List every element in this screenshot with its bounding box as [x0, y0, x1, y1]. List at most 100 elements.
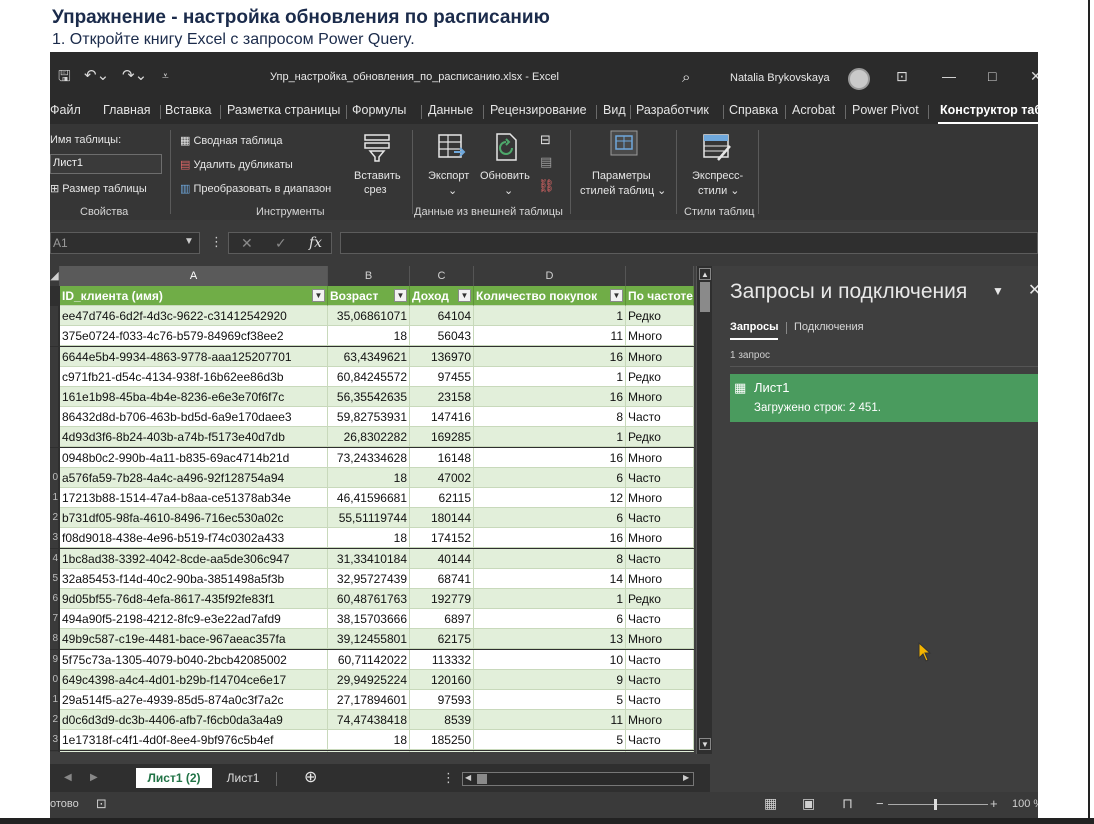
table-cell[interactable]: 73,24334628 — [328, 447, 410, 468]
table-cell[interactable]: Часто — [626, 690, 694, 710]
tab-table-design[interactable]: Конструктор таблиц — [940, 103, 1038, 117]
table-cell[interactable]: 169285 — [410, 427, 474, 448]
tab-power-pivot[interactable]: Power Pivot — [852, 103, 919, 117]
table-cell[interactable]: 8 — [474, 407, 626, 428]
table-cell[interactable]: 18 — [328, 326, 410, 347]
row-number[interactable]: 3 — [50, 730, 58, 751]
table-cell[interactable]: 46,41596681 — [328, 488, 410, 508]
table-cell[interactable]: 6 — [474, 508, 626, 529]
row-number[interactable] — [50, 346, 58, 367]
table-cell[interactable]: 147416 — [410, 407, 474, 428]
scroll-left-icon[interactable]: ◀ — [465, 773, 471, 782]
table-cell[interactable]: 18 — [328, 467, 410, 488]
sheet-next-icon[interactable]: ▶ — [90, 772, 98, 783]
name-box[interactable]: A1 — [50, 232, 200, 254]
table-cell[interactable]: 35,06861071 — [328, 306, 410, 327]
table-cell[interactable]: 18 — [328, 528, 410, 549]
row-number[interactable] — [50, 326, 58, 347]
table-cell[interactable]: 16 — [474, 528, 626, 549]
open-browser-icon[interactable]: ▤ — [540, 154, 552, 170]
table-cell[interactable]: 6 — [474, 609, 626, 630]
table-cell[interactable]: Редко — [626, 589, 694, 609]
vertical-scrollbar[interactable]: ▲ ▼ — [696, 266, 712, 754]
table-cell[interactable]: eee7b1fa-ba81-4049-add6-370ee5e62e72 — [60, 750, 328, 752]
table-cell[interactable]: 56,35542635 — [328, 387, 410, 407]
convert-to-range-button[interactable]: ▥ Преобразовать в диапазон — [180, 182, 331, 195]
tab-acrobat[interactable]: Acrobat — [792, 103, 835, 117]
table-cell[interactable]: 113332 — [410, 649, 474, 670]
table-cell[interactable]: ee47d746-6d2f-4d3c-9622-c31412542920 — [60, 306, 328, 327]
table-cell[interactable]: c971fb21-d54c-4134-938f-16b62ee86d3b — [60, 366, 328, 387]
remove-duplicates-button[interactable]: ▤ Удалить дубликаты — [180, 158, 293, 171]
table-cell[interactable]: Много — [626, 488, 694, 508]
table-cell[interactable]: 64104 — [410, 306, 474, 327]
table-header-cell[interactable]: Количество покупок — [474, 286, 626, 306]
table-cell[interactable]: 97455 — [410, 366, 474, 387]
filter-dropdown-icon[interactable]: ▼ — [610, 289, 623, 302]
row-number[interactable]: 4 — [50, 548, 58, 569]
table-cell[interactable]: 47002 — [410, 467, 474, 488]
table-cell[interactable]: 26,8302282 — [328, 427, 410, 448]
table-cell[interactable]: Много — [626, 629, 694, 650]
unlink-icon[interactable]: ⛓ — [538, 178, 555, 194]
table-cell[interactable]: 4d93d3f6-8b24-403b-a74b-f5173e40d7db — [60, 427, 328, 448]
table-cell[interactable]: 60,84245572 — [328, 366, 410, 387]
table-cell[interactable]: Много — [626, 326, 694, 347]
column-header-d[interactable]: D — [474, 266, 626, 286]
table-cell[interactable]: 32,95727439 — [328, 568, 410, 589]
table-cell[interactable]: 136970 — [410, 346, 474, 367]
table-cell[interactable]: Часто — [626, 730, 694, 751]
table-cell[interactable]: 86432d8d-b706-463b-bd5d-6a9e170daee3 — [60, 407, 328, 428]
table-cell[interactable]: 9 — [474, 669, 626, 690]
table-header-cell[interactable]: ID_клиента (имя) — [60, 286, 328, 306]
table-cell[interactable]: 31,33410184 — [328, 548, 410, 569]
table-cell[interactable]: 9d05bf55-76d8-4efa-8617-435f92fe83f1 — [60, 589, 328, 609]
close-icon[interactable]: ✕ — [1030, 68, 1038, 85]
table-cell[interactable]: 16 — [474, 447, 626, 468]
table-cell[interactable]: 10 — [474, 649, 626, 670]
row-number[interactable] — [50, 427, 58, 448]
table-cell[interactable]: Часто — [626, 548, 694, 569]
row-number[interactable]: 6 — [50, 589, 58, 609]
table-cell[interactable]: 0948b0c2-990b-4a11-b835-69ac4714b21d — [60, 447, 328, 468]
table-cell[interactable]: 49b9c587-c19e-4481-bace-967aeac357fa — [60, 629, 328, 650]
tab-connections[interactable]: Подключения — [794, 321, 864, 333]
row-number[interactable] — [50, 306, 58, 327]
column-header-e[interactable] — [626, 266, 694, 286]
table-cell[interactable]: 68741 — [410, 568, 474, 589]
table-cell[interactable]: 180144 — [410, 508, 474, 529]
table-cell[interactable]: d0c6d3d9-dc3b-4406-afb7-f6cb0da3a4a9 — [60, 710, 328, 731]
add-sheet-icon[interactable]: ⊕ — [304, 767, 317, 787]
enter-icon[interactable]: ✓ — [275, 235, 287, 252]
table-cell[interactable]: 60,48761763 — [328, 589, 410, 609]
table-cell[interactable]: 185250 — [410, 730, 474, 751]
table-cell[interactable]: 12 — [474, 488, 626, 508]
table-cell[interactable]: 161e1b98-45ba-4b4e-8236-e6e3e70f6f7c — [60, 387, 328, 407]
tab-help[interactable]: Справка — [729, 103, 778, 117]
table-cell[interactable]: a576fa59-7b28-4a4c-a496-92f128754a94 — [60, 467, 328, 488]
column-header-b[interactable]: B — [328, 266, 410, 286]
tab-review[interactable]: Рецензирование — [490, 103, 587, 117]
table-cell[interactable]: 120160 — [410, 669, 474, 690]
table-cell[interactable]: 38,15703666 — [328, 609, 410, 630]
normal-view-icon[interactable]: ▦ — [764, 795, 777, 812]
customize-qat-icon[interactable]: ⩡ — [162, 69, 169, 84]
table-cell[interactable]: 1 — [474, 366, 626, 387]
page-layout-view-icon[interactable]: ▣ — [802, 795, 815, 812]
table-cell[interactable]: Часто — [626, 407, 694, 428]
quick-styles-button[interactable]: Экспресс- стили ⌄ — [682, 130, 756, 200]
sheet-prev-icon[interactable]: ◀ — [64, 772, 72, 783]
row-number[interactable]: 1 — [50, 488, 58, 508]
zoom-level[interactable]: 100 % — [1012, 798, 1038, 810]
table-cell[interactable]: Много — [626, 387, 694, 407]
resize-table-button[interactable]: ⊞ Размер таблицы — [50, 182, 147, 195]
table-cell[interactable]: 40144 — [410, 548, 474, 569]
row-number[interactable]: 2 — [50, 710, 58, 731]
tab-queries[interactable]: Запросы — [730, 321, 778, 333]
table-cell[interactable]: 74,47438418 — [328, 710, 410, 731]
table-cell[interactable]: Много — [626, 568, 694, 589]
table-cell[interactable]: 32a85453-f14d-40c2-90ba-3851498a5f3b — [60, 568, 328, 589]
tab-developer[interactable]: Разработчик — [636, 103, 709, 117]
scroll-up-icon[interactable]: ▲ — [699, 268, 711, 280]
table-cell[interactable]: 494a90f5-2198-4212-8fc9-e3e22ad7afd9 — [60, 609, 328, 630]
